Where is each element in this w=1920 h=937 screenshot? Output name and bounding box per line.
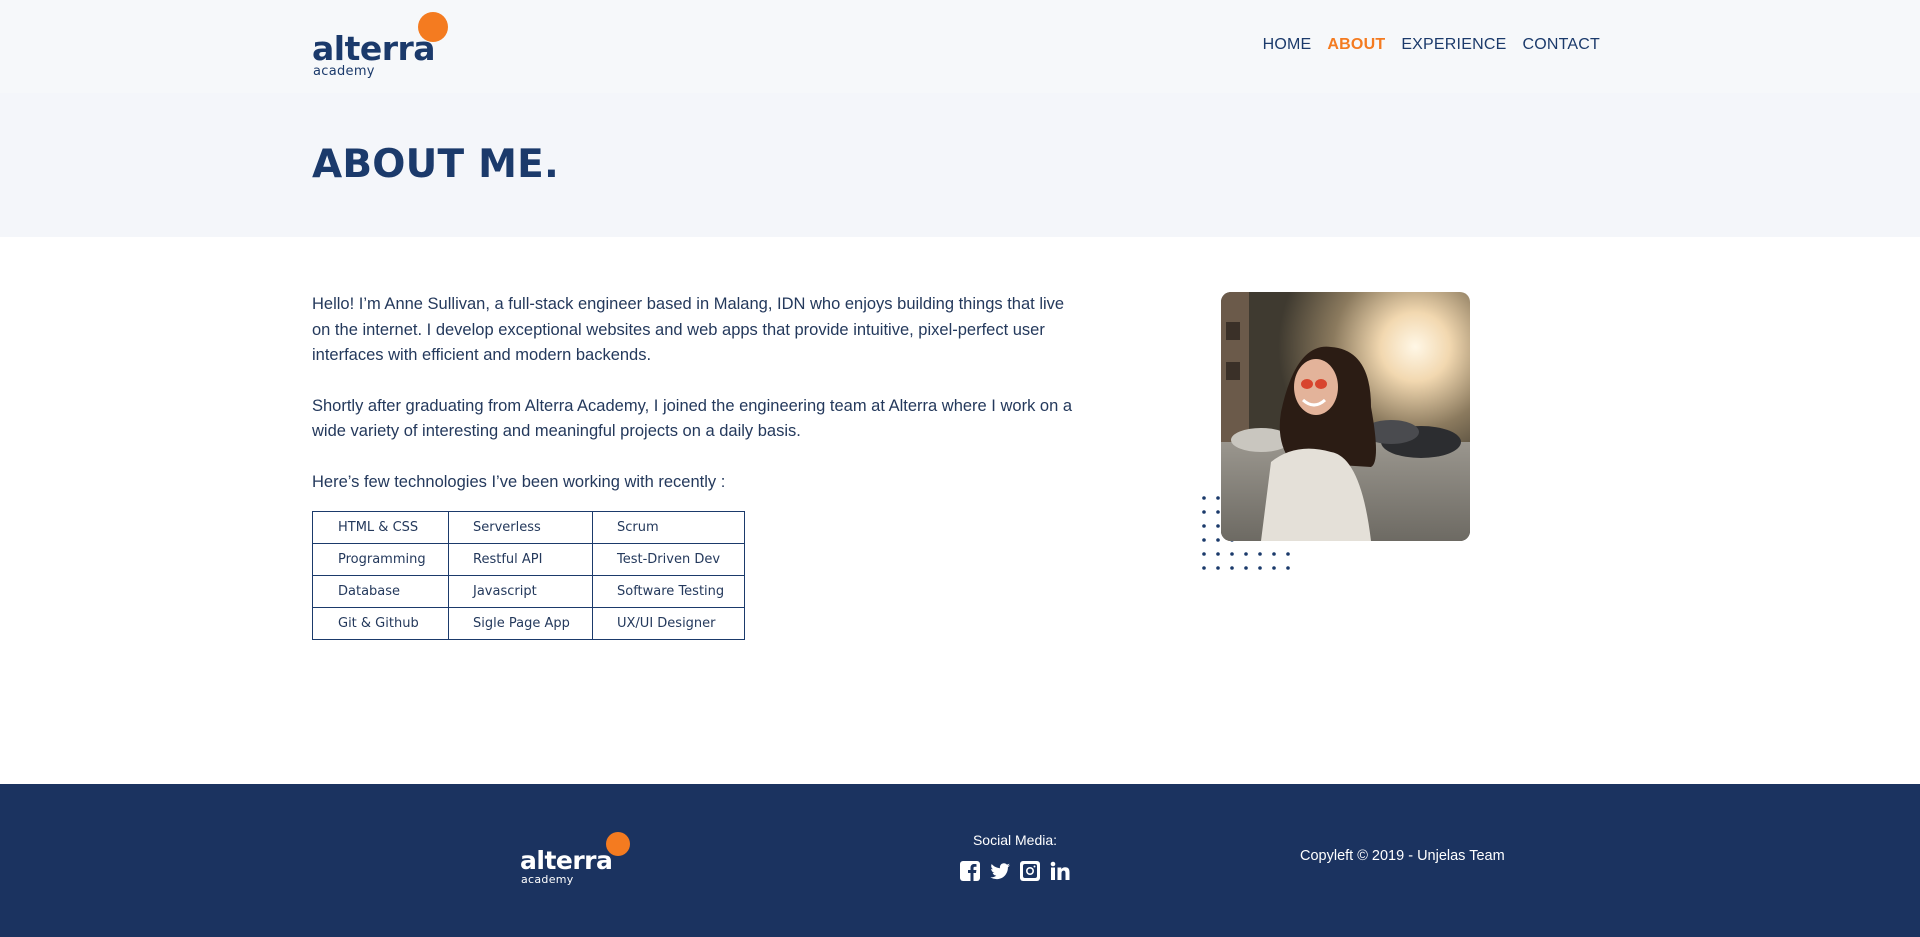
- table-cell: Serverless: [448, 511, 593, 544]
- twitter-icon[interactable]: [989, 860, 1011, 882]
- main-nav: HOME ABOUT EXPERIENCE CONTACT: [1263, 36, 1600, 54]
- social-media-label: Social Media:: [972, 832, 1058, 848]
- nav-experience[interactable]: EXPERIENCE: [1401, 36, 1506, 54]
- footer-logo-dot: [606, 832, 630, 856]
- about-content: Hello! I’m Anne Sullivan, a full-stack e…: [312, 292, 1072, 640]
- table-cell: Git & Github: [312, 607, 449, 640]
- table-row: Git & Github Sigle Page App UX/UI Design…: [312, 607, 745, 640]
- footer-logo-subtitle: academy: [521, 873, 574, 886]
- instagram-icon[interactable]: [1019, 860, 1041, 882]
- technologies-table: HTML & CSS Serverless Scrum Programming …: [312, 511, 745, 640]
- table-cell: Scrum: [592, 511, 745, 544]
- table-cell: Database: [312, 575, 449, 608]
- table-cell: Sigle Page App: [448, 607, 593, 640]
- nav-about[interactable]: ABOUT: [1327, 36, 1385, 54]
- page-title: ABOUT ME.: [312, 142, 559, 187]
- copyright-text: Copyleft © 2019 - Unjelas Team: [1300, 848, 1505, 864]
- linkedin-icon[interactable]: [1049, 860, 1071, 882]
- table-row: HTML & CSS Serverless Scrum: [312, 511, 745, 544]
- profile-photo: [1221, 292, 1470, 541]
- table-cell: Restful API: [448, 543, 593, 576]
- social-icons: [959, 860, 1071, 882]
- career-paragraph: Shortly after graduating from Alterra Ac…: [312, 396, 1073, 441]
- table-row: Programming Restful API Test-Driven Dev: [312, 543, 745, 576]
- logo-dot: [418, 12, 448, 42]
- title-band: [0, 93, 1920, 237]
- logo-subtitle: academy: [313, 64, 375, 79]
- table-cell: UX/UI Designer: [592, 607, 745, 640]
- site-header: alterra academy HOME ABOUT EXPERIENCE CO…: [0, 0, 1920, 93]
- table-cell: HTML & CSS: [312, 511, 449, 544]
- footer-logo-wordmark: alterra: [520, 846, 613, 875]
- technologies-intro: Here’s few technologies I’ve been workin…: [312, 472, 726, 491]
- table-cell: Programming: [312, 543, 449, 576]
- table-cell: Software Testing: [592, 575, 745, 608]
- table-row: Database Javascript Software Testing: [312, 575, 745, 608]
- profile-photo-block: [1200, 292, 1500, 582]
- table-cell: Javascript: [448, 575, 593, 608]
- intro-paragraph: Hello! I’m Anne Sullivan, a full-stack e…: [312, 295, 1065, 364]
- alterra-academy-logo[interactable]: alterra academy: [312, 12, 452, 80]
- logo-wordmark: alterra: [312, 29, 436, 68]
- table-cell: Test-Driven Dev: [592, 543, 745, 576]
- footer-logo[interactable]: alterra academy: [520, 832, 632, 888]
- nav-contact[interactable]: CONTACT: [1522, 36, 1600, 54]
- social-media-block: Social Media:: [940, 832, 1090, 848]
- facebook-icon[interactable]: [959, 860, 981, 882]
- nav-home[interactable]: HOME: [1263, 36, 1312, 54]
